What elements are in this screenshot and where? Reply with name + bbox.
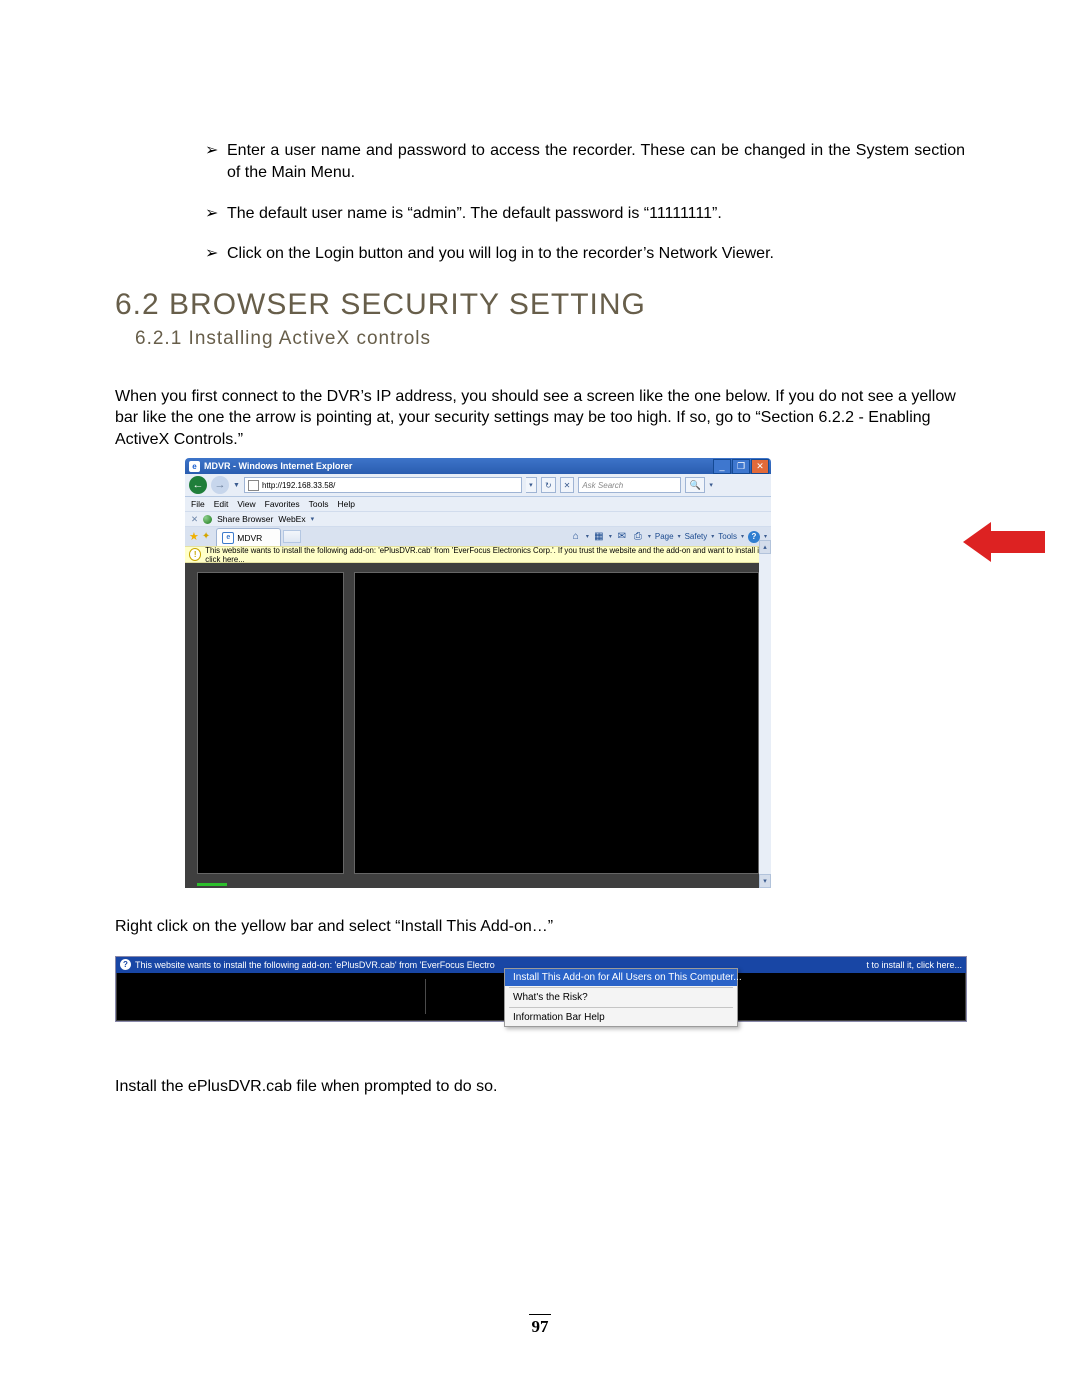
- scroll-track[interactable]: [759, 554, 771, 874]
- bullet-list: Enter a user name and password to access…: [165, 140, 965, 266]
- add-favorites-icon[interactable]: ✦: [202, 531, 210, 542]
- menu-favorites[interactable]: Favorites: [265, 499, 300, 509]
- viewer-pane-left: [197, 572, 344, 874]
- window-titlebar: e MDVR - Windows Internet Explorer _ ❐ ✕: [185, 458, 771, 474]
- viewer-pane: [125, 979, 426, 1014]
- menu-tools[interactable]: Tools: [309, 499, 329, 509]
- last-paragraph: Install the ePlusDVR.cab file when promp…: [115, 1076, 965, 1098]
- share-app-label[interactable]: WebEx: [278, 514, 305, 524]
- window-buttons: _ ❐ ✕: [713, 459, 769, 474]
- bullet-item: The default user name is “admin”. The de…: [205, 203, 965, 225]
- share-bar: ✕ Share Browser WebEx ▾: [185, 512, 771, 527]
- chevron-down-icon[interactable]: ▾: [741, 533, 744, 540]
- ie-tab-icon: e: [222, 532, 234, 544]
- viewer-area: [185, 563, 771, 888]
- menu-item-whats-the-risk[interactable]: What's the Risk?: [505, 989, 737, 1006]
- page-number-value: 97: [532, 1317, 549, 1336]
- forward-button[interactable]: →: [211, 476, 229, 494]
- warning-icon: !: [189, 548, 201, 561]
- chevron-down-icon[interactable]: ▾: [586, 533, 589, 540]
- warning-icon: ?: [120, 959, 131, 970]
- history-dropdown-icon[interactable]: ▼: [233, 482, 240, 489]
- bullet-item: Click on the Login button and you will l…: [205, 243, 965, 265]
- address-bar[interactable]: http://192.168.33.58/: [244, 477, 522, 493]
- address-dropdown-icon[interactable]: ▾: [526, 477, 537, 493]
- tab-label: MDVR: [237, 533, 262, 543]
- search-dropdown-icon[interactable]: ▾: [709, 481, 713, 489]
- new-tab-button[interactable]: [283, 530, 301, 543]
- print-icon[interactable]: ⎙: [632, 531, 644, 543]
- back-button[interactable]: ←: [189, 476, 207, 494]
- menu-separator: [509, 987, 733, 988]
- feeds-icon[interactable]: ▦: [593, 531, 605, 543]
- page-number: 97: [0, 1314, 1080, 1337]
- information-bar[interactable]: ! This website wants to install the foll…: [185, 546, 771, 563]
- menu-view[interactable]: View: [237, 499, 255, 509]
- menu-file[interactable]: File: [191, 499, 205, 509]
- search-input[interactable]: Ask Search: [578, 477, 681, 493]
- maximize-button[interactable]: ❐: [732, 459, 750, 474]
- stop-button[interactable]: ✕: [560, 477, 575, 493]
- menu-edit[interactable]: Edit: [214, 499, 229, 509]
- favorites-star-icon[interactable]: ★: [189, 530, 199, 543]
- home-icon[interactable]: ⌂: [570, 531, 582, 543]
- browser-tab[interactable]: e MDVR: [216, 528, 281, 546]
- share-browser-label[interactable]: Share Browser: [217, 514, 273, 524]
- window-title: MDVR - Windows Internet Explorer: [204, 461, 713, 471]
- tab-row: ★ ✦ e MDVR ⌂▾ ▦▾ ✉ ⎙▾ Page▾ Safety▾ Tool…: [185, 527, 771, 546]
- information-bar-text: This website wants to install the follow…: [135, 960, 515, 970]
- scroll-up-icon[interactable]: ▴: [759, 540, 771, 554]
- minimize-button[interactable]: _: [713, 459, 731, 474]
- cmd-safety[interactable]: Safety: [685, 532, 708, 541]
- subsection-heading: 6.2.1 Installing ActiveX controls: [135, 328, 965, 350]
- infobar-strip: ? This website wants to install the foll…: [115, 956, 967, 1022]
- document-page: Enter a user name and password to access…: [0, 0, 1080, 1397]
- menu-help[interactable]: Help: [337, 499, 354, 509]
- search-button[interactable]: 🔍: [685, 477, 705, 493]
- viewer-pane-right: [354, 572, 759, 874]
- scrollbar[interactable]: ▴ ▾: [759, 540, 771, 888]
- figure-context-menu: ? This website wants to install the foll…: [115, 956, 965, 1022]
- information-bar-text-right: t to install it, click here...: [866, 960, 962, 970]
- menu-separator: [509, 1007, 733, 1008]
- ie-icon: e: [189, 461, 200, 472]
- chevron-down-icon[interactable]: ▾: [678, 533, 681, 540]
- callout-arrow: [963, 522, 1045, 562]
- chevron-down-icon[interactable]: ▾: [711, 533, 714, 540]
- mail-icon[interactable]: ✉: [616, 531, 628, 543]
- figure-ie-window: e MDVR - Windows Internet Explorer _ ❐ ✕…: [185, 458, 965, 888]
- close-toolbar-icon[interactable]: ✕: [191, 514, 198, 525]
- chevron-down-icon[interactable]: ▾: [764, 533, 767, 540]
- section-heading: 6.2 BROWSER SECURITY SETTING: [115, 288, 965, 322]
- menu-item-information-bar-help[interactable]: Information Bar Help: [505, 1009, 737, 1026]
- nav-bar: ← → ▼ http://192.168.33.58/ ▾ ↻ ✕ Ask Se…: [185, 474, 771, 497]
- command-bar: ⌂▾ ▦▾ ✉ ⎙▾ Page▾ Safety▾ Tools▾ ?▾: [570, 527, 767, 546]
- status-indicator: [197, 883, 227, 886]
- context-menu: Install This Add-on for All Users on Thi…: [504, 968, 738, 1027]
- page-icon: [248, 480, 259, 491]
- share-dropdown-icon[interactable]: ▾: [311, 515, 315, 523]
- chevron-down-icon[interactable]: ▾: [648, 533, 651, 540]
- menu-item-install-addon[interactable]: Install This Add-on for All Users on Thi…: [505, 969, 737, 986]
- scroll-down-icon[interactable]: ▾: [759, 874, 771, 888]
- cmd-tools[interactable]: Tools: [718, 532, 737, 541]
- bullet-item: Enter a user name and password to access…: [205, 140, 965, 185]
- menu-bar: File Edit View Favorites Tools Help: [185, 497, 771, 512]
- cmd-page[interactable]: Page: [655, 532, 674, 541]
- close-button[interactable]: ✕: [751, 459, 769, 474]
- information-bar-text: This website wants to install the follow…: [205, 546, 767, 564]
- globe-icon: [203, 515, 212, 524]
- refresh-button[interactable]: ↻: [541, 477, 556, 493]
- ie-window: e MDVR - Windows Internet Explorer _ ❐ ✕…: [185, 458, 771, 888]
- address-text: http://192.168.33.58/: [262, 481, 335, 490]
- chevron-down-icon[interactable]: ▾: [609, 533, 612, 540]
- intro-paragraph: When you first connect to the DVR’s IP a…: [115, 386, 965, 451]
- mid-paragraph: Right click on the yellow bar and select…: [115, 916, 965, 938]
